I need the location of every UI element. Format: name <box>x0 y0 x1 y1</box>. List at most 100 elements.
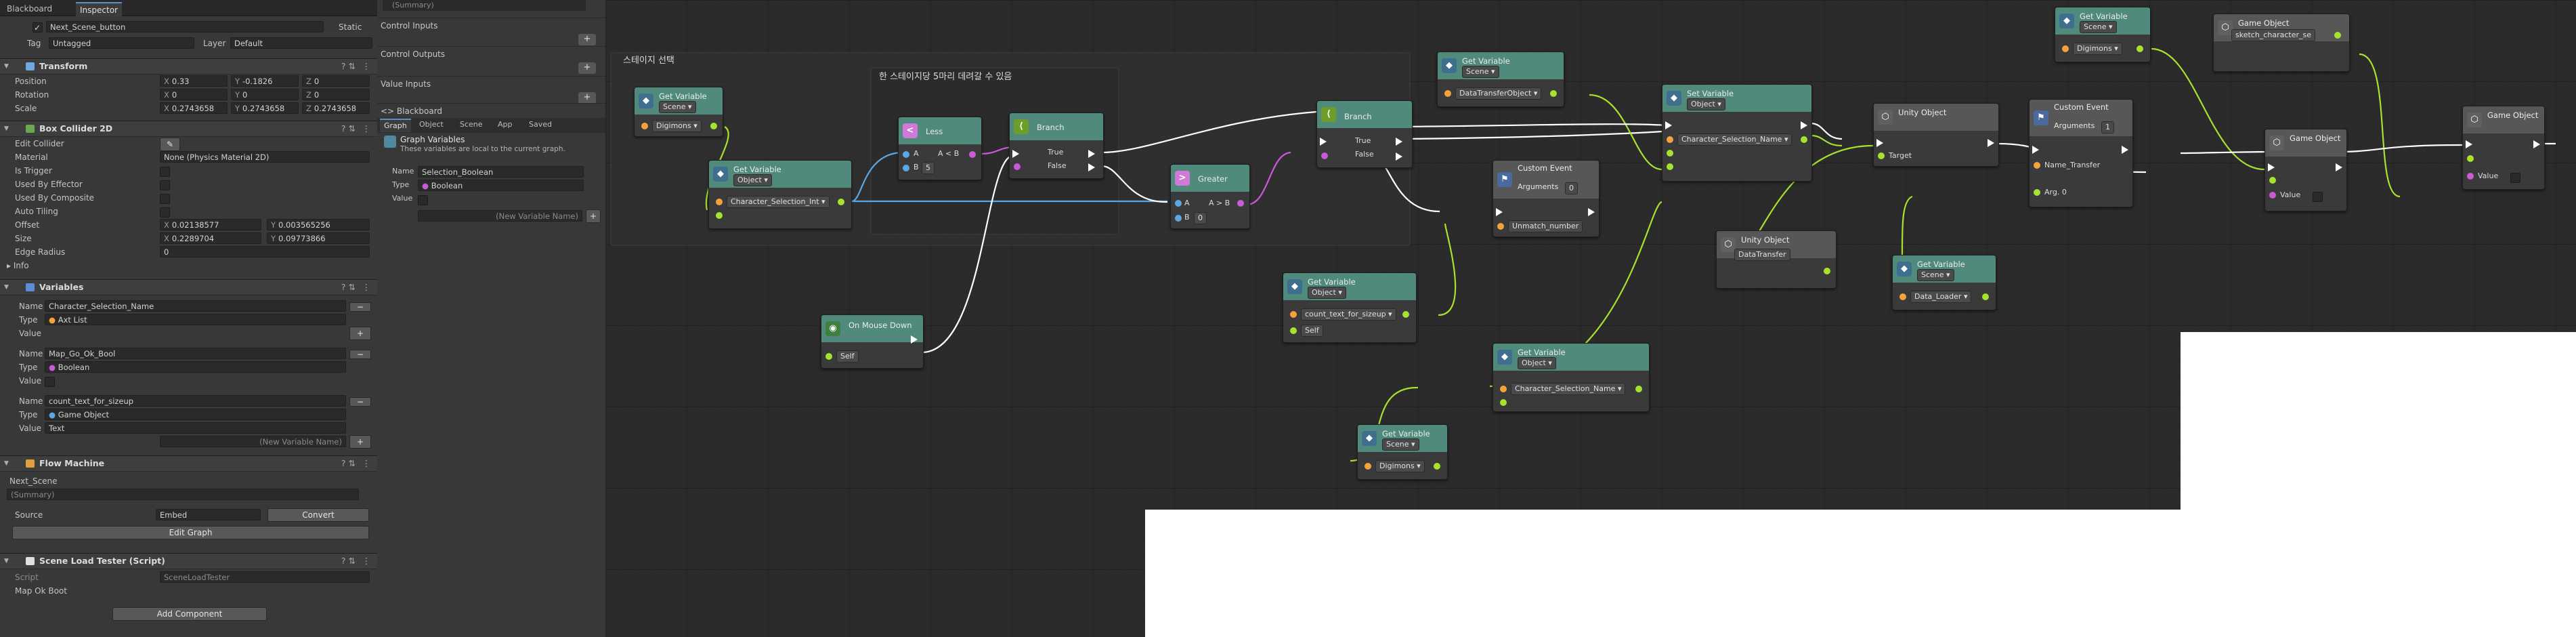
enter-port[interactable] <box>1665 121 1672 129</box>
scope-dropdown[interactable]: Scene ▾ <box>2080 21 2117 33</box>
variable-name-port[interactable] <box>2062 45 2069 52</box>
node-ce-trigger2[interactable]: ⚑ Custom Event Arguments 1 Name_Transfer Arg.… <box>2029 99 2133 207</box>
node-set-var[interactable]: ◆ Set Variable Object ▾ Character_Selection… <box>1662 84 1812 182</box>
scene-load-tester-header[interactable]: ▼ Scene Load Tester (Script) ? ⇅ ⋮ <box>0 553 377 569</box>
variable-value-checkbox[interactable] <box>45 377 55 387</box>
exit-port[interactable] <box>1988 139 1994 147</box>
variable-name-port[interactable] <box>1500 386 1507 392</box>
scope-dropdown[interactable]: Object ▾ <box>733 174 772 186</box>
variable-dropdown[interactable]: Character_Selection_Name ▾ <box>1677 133 1793 146</box>
size-x-field[interactable]: X 0.2289704 <box>160 232 261 244</box>
blackboard-tab-app[interactable]: App <box>494 119 517 131</box>
set-active-checkbox[interactable] <box>2313 192 2323 202</box>
exit-port[interactable] <box>1801 121 1807 129</box>
graph-add-variable-button[interactable]: + <box>586 209 601 223</box>
target-port[interactable] <box>2269 177 2276 184</box>
variable-dropdown[interactable]: count_text_for_sizeup ▾ <box>1301 308 1396 321</box>
arguments-count[interactable]: 0 <box>1565 182 1578 194</box>
name-port[interactable] <box>2034 162 2040 169</box>
target-port[interactable] <box>2467 155 2474 162</box>
b-input-port[interactable] <box>1175 215 1182 222</box>
edge-radius-field[interactable]: 0 <box>160 246 370 258</box>
enter-port[interactable] <box>2268 163 2275 171</box>
trigger-port[interactable] <box>911 335 918 344</box>
greater-b-value[interactable]: 0 <box>1194 212 1207 224</box>
scope-dropdown[interactable]: Object ▾ <box>1518 357 1556 369</box>
node-go-setactive2[interactable]: ⬡ Game Object Value <box>2462 106 2545 190</box>
material-field[interactable]: None (Physics Material 2D) <box>160 151 370 163</box>
self-field[interactable]: Self <box>1301 325 1323 337</box>
transform-z-field[interactable]: Z 0.2743658 <box>302 102 370 114</box>
blackboard-tab-saved[interactable]: Saved <box>525 119 556 131</box>
flow-machine-header[interactable]: ▼ Flow Machine ? ⇅ ⋮ <box>0 455 377 472</box>
condition-port[interactable] <box>1321 152 1328 159</box>
less-b-value[interactable]: 5 <box>922 162 935 174</box>
tab-inspector[interactable]: Inspector <box>76 2 122 17</box>
value-input-port[interactable] <box>1667 163 1673 170</box>
self-port[interactable] <box>825 353 832 360</box>
a-input-port[interactable] <box>1175 200 1182 207</box>
add-value-input-button[interactable]: + <box>578 92 596 104</box>
blackboard-tab-scene[interactable]: Scene <box>456 119 487 131</box>
node-ce-trigger1[interactable]: ⚑ Custom Event Arguments 0 Unmatch_number <box>1493 160 1600 237</box>
help-icon[interactable]: ? ⇅ <box>341 59 356 74</box>
var-name-field[interactable]: Selection_Boolean <box>418 166 584 178</box>
add-list-item-button[interactable]: + <box>349 327 371 340</box>
false-port[interactable] <box>1396 152 1402 161</box>
help-icon[interactable]: ? ⇅ <box>341 280 356 295</box>
enter-port[interactable] <box>1496 208 1503 216</box>
variable-dropdown[interactable]: DataTransferObject ▾ <box>1455 87 1542 100</box>
auto-tiling-checkbox[interactable] <box>160 207 170 218</box>
node-go-setactive1[interactable]: ⬡ Game Object Value <box>2264 129 2347 211</box>
enter-port[interactable] <box>1876 139 1883 147</box>
summary-field[interactable]: (Summary) <box>7 489 359 500</box>
variable-name-port[interactable] <box>1290 311 1297 318</box>
remove-variable-button[interactable]: − <box>349 350 371 359</box>
kebab-icon[interactable]: ⋮ <box>362 121 371 136</box>
transform-z-field[interactable]: Z0 <box>302 89 370 100</box>
size-y-field[interactable]: Y 0.09773866 <box>267 232 370 244</box>
new-variable-field[interactable]: (New Variable Name) <box>160 436 346 447</box>
variable-name-port[interactable] <box>1365 463 1371 470</box>
target-port[interactable] <box>1667 150 1673 157</box>
transform-header[interactable]: ▼ Transform ? ⇅ ⋮ <box>0 58 377 75</box>
transform-x-field[interactable]: X 0.2743658 <box>160 102 228 114</box>
exit-port[interactable] <box>1588 208 1595 216</box>
value-output-port[interactable] <box>2137 45 2143 52</box>
node-uo-datatransfer[interactable]: ⬡ Unity Object DataTransfer <box>1716 230 1837 289</box>
convert-button[interactable]: Convert <box>267 508 369 522</box>
layer-select[interactable]: Default <box>230 37 372 49</box>
variable-name-field[interactable]: Character_Selection_Name <box>45 300 346 312</box>
remove-variable-button[interactable]: − <box>349 397 371 407</box>
blackboard-tab-object[interactable]: Object <box>415 119 448 131</box>
target-port[interactable] <box>1500 399 1507 406</box>
group-title-stage-select[interactable]: 스테이지 선택 <box>623 53 674 66</box>
node-less[interactable]: < Less A B 5 A < B <box>898 117 982 180</box>
variable-name-field[interactable]: count_text_for_sizeup <box>45 395 346 407</box>
scope-dropdown[interactable]: Scene ▾ <box>659 101 696 113</box>
value-output-port[interactable] <box>1550 90 1557 97</box>
variable-name-port[interactable] <box>716 199 723 205</box>
kebab-icon[interactable]: ⋮ <box>362 59 371 74</box>
add-control-input-button[interactable]: + <box>578 34 596 45</box>
node-greater[interactable]: > Greater A B 0 A > B <box>1170 164 1250 229</box>
info-foldout[interactable]: ▸ Info <box>7 259 29 272</box>
add-variable-button[interactable]: + <box>349 435 371 449</box>
variable-name-port[interactable] <box>1899 293 1906 300</box>
node-on-mouse-down[interactable]: ◉ On Mouse Down Self <box>821 314 924 369</box>
value-output-port[interactable] <box>838 199 844 205</box>
name-port[interactable] <box>1497 223 1504 230</box>
tab-blackboard[interactable]: Blackboard <box>3 2 56 16</box>
variable-name-port[interactable] <box>1444 90 1451 97</box>
target-port[interactable] <box>716 212 723 219</box>
value-output-port[interactable] <box>710 123 717 129</box>
arguments-count[interactable]: 1 <box>2101 121 2114 133</box>
variable-dropdown[interactable]: Digimons ▾ <box>1375 460 1425 472</box>
variable-type-select[interactable]: ● Axt List <box>45 314 346 325</box>
value-output-port[interactable] <box>2334 32 2341 39</box>
variable-name-field[interactable]: Map_Go_Ok_Bool <box>45 348 346 359</box>
edit-collider-button[interactable]: ✎ <box>160 138 180 151</box>
object-name-field[interactable]: Next_Scene_button <box>46 21 324 33</box>
edit-graph-button[interactable]: Edit Graph <box>12 526 369 539</box>
node-gv-object-char-name[interactable]: ◆ Get Variable Object ▾ Character_Selection… <box>1493 343 1650 412</box>
